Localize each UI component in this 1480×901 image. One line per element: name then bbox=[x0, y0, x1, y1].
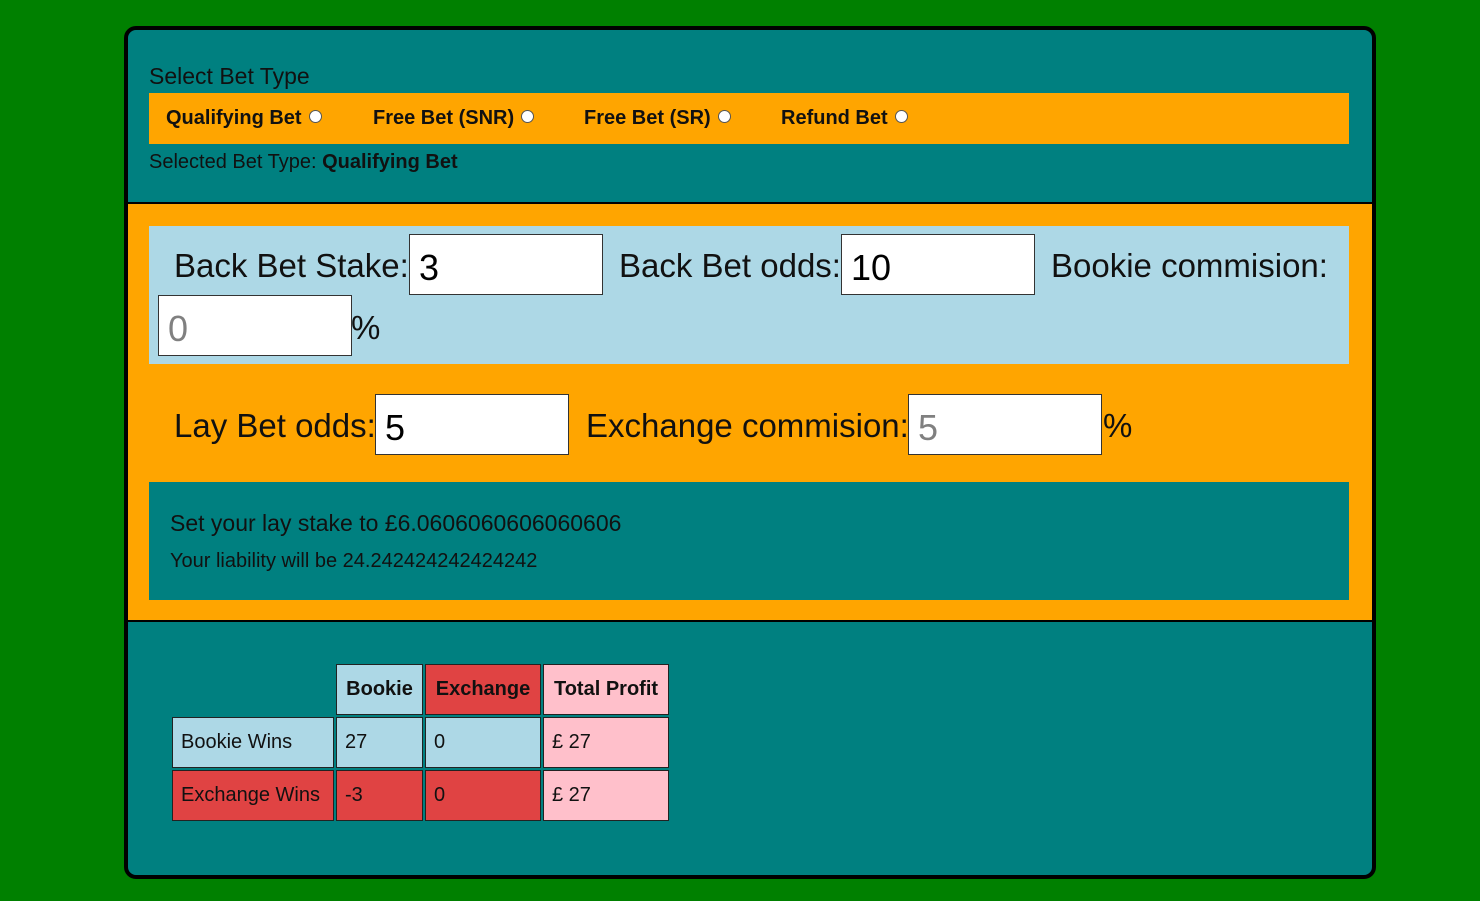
header-total-profit: Total Profit bbox=[543, 664, 669, 715]
back-odds-label: Back Bet odds: bbox=[619, 247, 841, 284]
lay-stake-text: Set your lay stake to £6.060606060606060… bbox=[170, 510, 622, 536]
lay-odds-label: Lay Bet odds: bbox=[174, 407, 376, 444]
bookie-commission-percent: % bbox=[351, 309, 381, 346]
bet-inputs-section: Back Bet Stake: Back Bet odds: Bookie co… bbox=[128, 202, 1372, 622]
radio-button-icon[interactable] bbox=[717, 110, 731, 123]
cell-total-profit: £ 27 bbox=[543, 770, 669, 821]
profit-table-section: Bookie Exchange Total Profit Bookie Wins… bbox=[128, 620, 1372, 875]
lay-result-panel: Set your lay stake to £6.060606060606060… bbox=[149, 482, 1349, 600]
back-stake-input[interactable] bbox=[409, 234, 603, 295]
radio-label-free-bet-snr: Free Bet (SNR) bbox=[373, 107, 515, 129]
calculator-card: Select Bet Type Qualifying Bet Free Bet … bbox=[124, 26, 1376, 879]
radio-option-refund-bet[interactable]: Refund Bet bbox=[781, 93, 908, 144]
selected-bet-type-prefix: Selected Bet Type: bbox=[149, 151, 323, 173]
table-row: Bookie Wins 27 0 £ 27 bbox=[172, 717, 669, 768]
radio-label-refund-bet: Refund Bet bbox=[781, 107, 888, 129]
table-corner-cell bbox=[172, 664, 334, 715]
radio-button-icon[interactable] bbox=[521, 110, 535, 123]
radio-option-free-bet-snr[interactable]: Free Bet (SNR) bbox=[373, 93, 535, 144]
selected-bet-type: Selected Bet Type: Qualifying Bet bbox=[149, 151, 458, 174]
radio-option-free-bet-sr[interactable]: Free Bet (SR) bbox=[584, 93, 731, 144]
radio-option-qualifying-bet[interactable]: Qualifying Bet bbox=[166, 93, 322, 144]
bookie-commission-input[interactable] bbox=[158, 295, 352, 356]
row-label-bookie-wins: Bookie Wins bbox=[172, 717, 334, 768]
bet-type-section: Select Bet Type Qualifying Bet Free Bet … bbox=[128, 30, 1372, 202]
cell-exchange: 0 bbox=[425, 717, 541, 768]
exchange-commission-label: Exchange commision: bbox=[586, 407, 909, 444]
table-header-row: Bookie Exchange Total Profit bbox=[172, 664, 669, 715]
back-stake-label: Back Bet Stake: bbox=[174, 247, 409, 284]
cell-bookie: 27 bbox=[336, 717, 423, 768]
row-label-exchange-wins: Exchange Wins bbox=[172, 770, 334, 821]
profit-table: Bookie Exchange Total Profit Bookie Wins… bbox=[170, 662, 671, 823]
cell-bookie: -3 bbox=[336, 770, 423, 821]
bookie-commission-label: Bookie commision: bbox=[1051, 247, 1328, 284]
radio-button-icon[interactable] bbox=[308, 110, 322, 123]
cell-exchange: 0 bbox=[425, 770, 541, 821]
radio-label-qualifying-bet: Qualifying Bet bbox=[166, 107, 302, 129]
table-row: Exchange Wins -3 0 £ 27 bbox=[172, 770, 669, 821]
exchange-commission-input[interactable] bbox=[908, 394, 1102, 455]
back-bet-panel: Back Bet Stake: Back Bet odds: Bookie co… bbox=[149, 226, 1349, 364]
liability-text: Your liability will be 24.24242424242424… bbox=[170, 550, 538, 572]
exchange-commission-percent: % bbox=[1103, 407, 1133, 444]
lay-odds-input[interactable] bbox=[375, 394, 569, 455]
header-exchange: Exchange bbox=[425, 664, 541, 715]
bet-type-title: Select Bet Type bbox=[149, 63, 310, 89]
bet-type-radio-bar: Qualifying Bet Free Bet (SNR) Free Bet (… bbox=[149, 93, 1349, 144]
cell-total-profit: £ 27 bbox=[543, 717, 669, 768]
back-odds-input[interactable] bbox=[841, 234, 1035, 295]
radio-button-icon[interactable] bbox=[894, 110, 908, 123]
header-bookie: Bookie bbox=[336, 664, 423, 715]
radio-label-free-bet-sr: Free Bet (SR) bbox=[584, 107, 711, 129]
selected-bet-type-value: Qualifying Bet bbox=[322, 151, 458, 173]
